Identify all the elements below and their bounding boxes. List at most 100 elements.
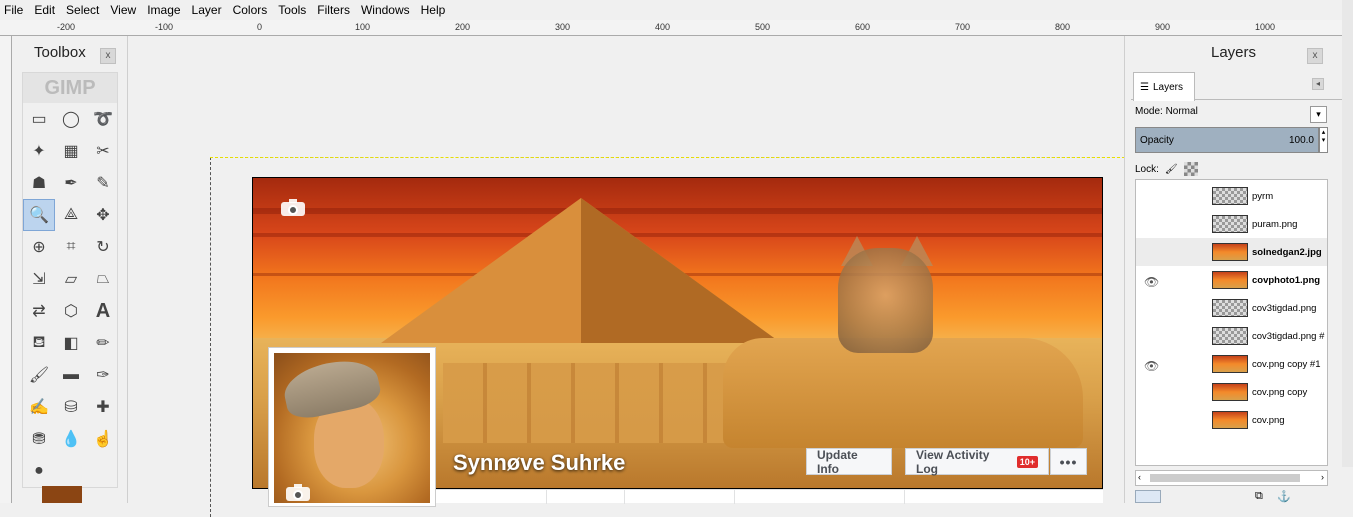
- more-button[interactable]: •••: [1050, 448, 1087, 475]
- layers-horizontal-scrollbar[interactable]: ‹ ›: [1135, 470, 1328, 486]
- bucket-fill-icon[interactable]: ⛾: [23, 327, 55, 359]
- smudge-icon[interactable]: ☝: [87, 423, 119, 455]
- eraser-icon[interactable]: ▬: [55, 359, 87, 391]
- airbrush-icon[interactable]: ✑: [87, 359, 119, 391]
- zoom-icon[interactable]: 🔍: [23, 199, 55, 231]
- perspective-clone-icon[interactable]: ⛃: [23, 423, 55, 455]
- tab-layers-label: Layers: [1152, 81, 1183, 93]
- camera-icon[interactable]: [281, 198, 305, 216]
- eye-icon[interactable]: 👁: [1144, 275, 1160, 289]
- wilber-logo: GIMP: [23, 73, 117, 103]
- lock-pixels-icon[interactable]: 🖌: [1165, 164, 1178, 175]
- dodge-burn-icon[interactable]: ●: [23, 455, 55, 487]
- scissors-icon[interactable]: ✂: [87, 135, 119, 167]
- lasso-icon[interactable]: ➰: [87, 103, 119, 135]
- perspective-icon[interactable]: ⏢: [87, 263, 119, 295]
- activity-log-button[interactable]: View Activity Log 10+: [905, 448, 1049, 476]
- foreground-select-icon[interactable]: ☗: [23, 167, 55, 199]
- layer-row[interactable]: 👁 cov.png copy #1: [1136, 350, 1327, 378]
- layer-row[interactable]: solnedgan2.jpg: [1136, 238, 1327, 266]
- paths-icon[interactable]: ✒: [55, 167, 87, 199]
- cage-icon[interactable]: ⬡: [55, 295, 87, 327]
- update-info-button[interactable]: Update Info: [806, 448, 892, 476]
- profile-picture-frame[interactable]: [268, 347, 436, 507]
- align-icon[interactable]: ⊕: [23, 231, 55, 263]
- activity-badge: 10+: [1016, 455, 1038, 468]
- new-layer-button[interactable]: [1135, 490, 1161, 503]
- horizontal-ruler[interactable]: -200 -100 0 100 200 300 400 500 600 700 …: [0, 20, 1353, 36]
- text-icon[interactable]: A: [87, 295, 119, 327]
- layer-thumbnail: [1212, 411, 1248, 429]
- layer-row[interactable]: cov.png: [1136, 406, 1327, 434]
- paintbrush-icon[interactable]: 🖌: [23, 359, 55, 391]
- measure-icon[interactable]: ⟁: [55, 199, 87, 231]
- menu-view[interactable]: View: [110, 3, 136, 17]
- anchor-icon[interactable]: ⚓: [1277, 490, 1291, 503]
- foreground-color-swatch[interactable]: [42, 486, 82, 503]
- right-scrollbar[interactable]: [1342, 0, 1353, 467]
- menu-image[interactable]: Image: [147, 3, 180, 17]
- toolbox-panel: Toolbox x GIMP ▭ ◯ ➰ ✦ ▦ ✂ ☗ ✒ ✎ 🔍 ⟁ ✥ ⊕…: [14, 36, 128, 503]
- flip-icon[interactable]: ⇄: [23, 295, 55, 327]
- duplicate-layer-icon[interactable]: ⧉: [1255, 490, 1263, 503]
- ellipse-select-icon[interactable]: ◯: [55, 103, 87, 135]
- opacity-spinner[interactable]: ▴ ▾: [1319, 127, 1328, 153]
- layer-row[interactable]: pyrm: [1136, 182, 1327, 210]
- vertical-ruler[interactable]: [0, 36, 12, 503]
- menu-filters[interactable]: Filters: [317, 3, 350, 17]
- layer-thumbnail: [1212, 299, 1248, 317]
- layer-row[interactable]: 👁 covphoto1.png: [1136, 266, 1327, 294]
- lock-alpha-icon[interactable]: [1183, 162, 1198, 176]
- scroll-thumb[interactable]: [1150, 474, 1300, 482]
- layer-row[interactable]: cov.png copy: [1136, 378, 1327, 406]
- gradient-icon[interactable]: ◧: [55, 327, 87, 359]
- ink-icon[interactable]: ✍: [23, 391, 55, 423]
- opacity-slider[interactable]: Opacity 100.0: [1135, 127, 1319, 153]
- rotate-icon[interactable]: ↻: [87, 231, 119, 263]
- ruler-tick: 100: [355, 22, 371, 32]
- chevron-down-icon[interactable]: ▾: [1310, 106, 1327, 123]
- menu-file[interactable]: File: [4, 3, 23, 17]
- move-icon[interactable]: ✥: [87, 199, 119, 231]
- lock-row: Lock: 🖌: [1135, 162, 1198, 176]
- blur-icon[interactable]: 💧: [55, 423, 87, 455]
- layers-panel: Layers x ☰ Layers ◂ Mode: Normal ▾ Opaci…: [1124, 36, 1353, 503]
- menu-select[interactable]: Select: [66, 3, 99, 17]
- ruins: [443, 363, 763, 443]
- color-select-icon[interactable]: ▦: [55, 135, 87, 167]
- layer-name: cov.png: [1252, 414, 1285, 426]
- layer-row[interactable]: puram.png: [1136, 210, 1327, 238]
- ruler-tick: 200: [455, 22, 471, 32]
- profile-name: Synnøve Suhrke: [453, 450, 626, 475]
- layers-tab-row: ☰ Layers ◂: [1131, 72, 1346, 101]
- mode-select[interactable]: Mode: Normal: [1135, 106, 1198, 117]
- toolbox-close-button[interactable]: x: [100, 48, 116, 64]
- menu-layer[interactable]: Layer: [192, 3, 222, 17]
- layer-row[interactable]: cov3tigdad.png #: [1136, 322, 1327, 350]
- fuzzy-select-icon[interactable]: ✦: [23, 135, 55, 167]
- pencil-icon[interactable]: ✏: [87, 327, 119, 359]
- menu-help[interactable]: Help: [421, 3, 446, 17]
- chevron-right-icon[interactable]: ›: [1321, 472, 1324, 482]
- menu-tools[interactable]: Tools: [278, 3, 306, 17]
- shear-icon[interactable]: ▱: [55, 263, 87, 295]
- camera-icon[interactable]: [286, 483, 310, 501]
- crop-icon[interactable]: ⌗: [55, 231, 87, 263]
- layer-thumbnail: [1212, 327, 1248, 345]
- layer-thumbnail: [1212, 243, 1248, 261]
- tab-layers[interactable]: ☰ Layers: [1133, 72, 1195, 101]
- clone-icon[interactable]: ⛁: [55, 391, 87, 423]
- chevron-left-icon[interactable]: ‹: [1138, 472, 1141, 482]
- scale-icon[interactable]: ⇲: [23, 263, 55, 295]
- layer-thumbnail: [1212, 355, 1248, 373]
- layer-row[interactable]: cov3tigdad.png: [1136, 294, 1327, 322]
- menu-windows[interactable]: Windows: [361, 3, 410, 17]
- tab-menu-icon[interactable]: ◂: [1312, 78, 1324, 90]
- heal-icon[interactable]: ✚: [87, 391, 119, 423]
- rect-select-icon[interactable]: ▭: [23, 103, 55, 135]
- eye-icon[interactable]: 👁: [1144, 359, 1160, 373]
- layers-close-button[interactable]: x: [1307, 48, 1323, 64]
- menu-colors[interactable]: Colors: [233, 3, 268, 17]
- color-picker-icon[interactable]: ✎: [87, 167, 119, 199]
- menu-edit[interactable]: Edit: [34, 3, 55, 17]
